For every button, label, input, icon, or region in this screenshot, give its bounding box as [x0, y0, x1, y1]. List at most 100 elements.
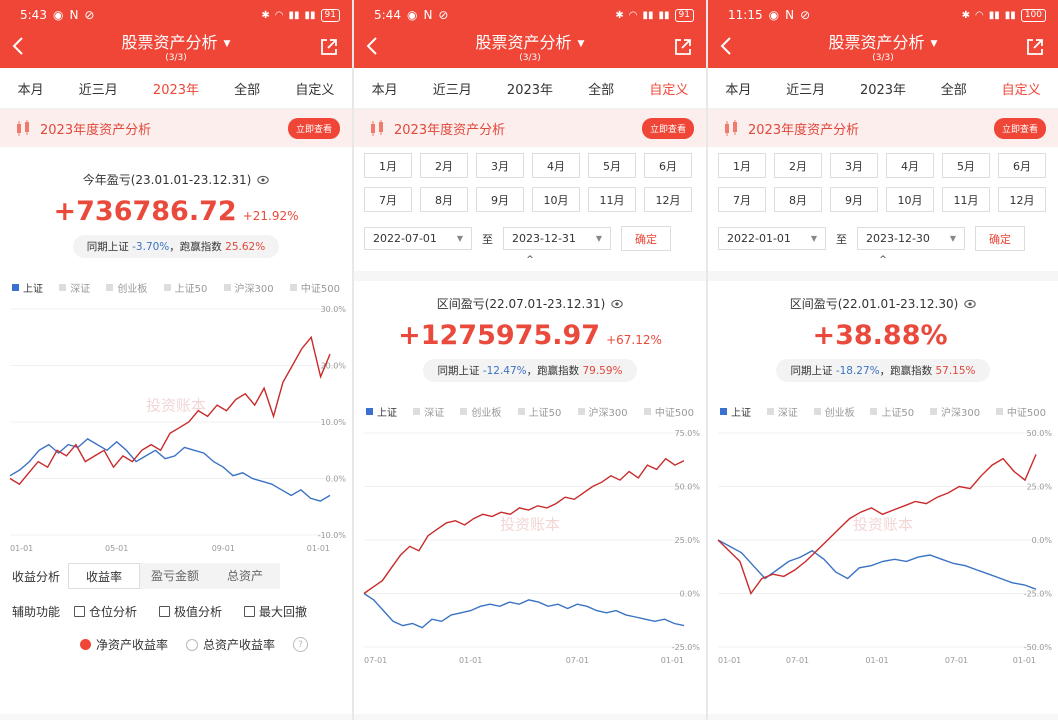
month-button[interactable]: 1月 [718, 153, 766, 178]
legend-item[interactable]: 创业板 [813, 404, 855, 419]
tab-3[interactable]: 全部 [230, 71, 264, 106]
back-button[interactable] [366, 36, 386, 62]
confirm-button[interactable]: 确定 [975, 226, 1025, 251]
tab-1[interactable]: 近三月 [429, 71, 476, 106]
month-button[interactable]: 7月 [718, 187, 766, 212]
legend-item[interactable]: 上证 [366, 404, 397, 419]
page-title[interactable]: 股票资产分析 ▼ (3/3) [476, 35, 585, 63]
tab-3[interactable]: 全部 [584, 71, 618, 106]
total-return-radio[interactable]: 总资产收益率 [186, 636, 275, 653]
end-date-value: 2023-12-30 [866, 232, 930, 245]
month-button[interactable]: 10月 [532, 187, 580, 212]
net-return-radio[interactable]: 净资产收益率 [80, 636, 168, 653]
segment-option[interactable]: 总资产 [210, 563, 280, 587]
month-button[interactable]: 12月 [644, 187, 692, 212]
collapse-caret-icon[interactable]: ^ [354, 255, 706, 265]
month-button[interactable]: 11月 [942, 187, 990, 212]
month-button[interactable]: 5月 [942, 153, 990, 178]
aux-checkbox[interactable]: 极值分析 [159, 603, 222, 620]
back-button[interactable] [12, 36, 32, 62]
legend-item[interactable]: 中证500 [289, 280, 340, 295]
tab-2[interactable]: 2023年 [149, 71, 203, 106]
x-tick-label: 01-01 [865, 656, 888, 665]
month-button[interactable]: 11月 [588, 187, 636, 212]
legend-item[interactable]: 中证500 [643, 404, 694, 419]
annual-banner[interactable]: 2023年度资产分析 立即查看 [708, 109, 1058, 147]
legend-item[interactable]: 深证 [413, 404, 444, 419]
bottom-strip [708, 714, 1058, 720]
month-button[interactable]: 4月 [886, 153, 934, 178]
start-date-select[interactable]: 2022-01-01 ▼ [718, 227, 826, 250]
wifi-icon: ◠ [628, 9, 638, 21]
month-button[interactable]: 6月 [998, 153, 1046, 178]
legend-item[interactable]: 沪深300 [577, 404, 628, 419]
end-date-select[interactable]: 2023-12-31 ▼ [503, 227, 611, 250]
month-button[interactable]: 6月 [644, 153, 692, 178]
legend-item[interactable]: 上证50 [517, 404, 561, 419]
month-button[interactable]: 2月 [774, 153, 822, 178]
month-button[interactable]: 10月 [886, 187, 934, 212]
help-icon[interactable]: ? [293, 637, 309, 652]
eye-toggle-icon[interactable] [257, 174, 269, 186]
legend-item[interactable]: 上证50 [870, 404, 914, 419]
eye-toggle-icon[interactable] [964, 298, 976, 310]
app-header: 5:44 ◉ N ⊘ ✱ ◠ ▮▮ ▮▮ 91 股票资产分析 ▼ (3/3) [354, 0, 706, 68]
segment-option[interactable]: 盈亏金额 [140, 563, 210, 587]
page-title[interactable]: 股票资产分析 ▼ (3/3) [122, 35, 231, 63]
month-button[interactable]: 8月 [774, 187, 822, 212]
month-button[interactable]: 7月 [364, 187, 412, 212]
legend-item[interactable]: 深证 [59, 280, 90, 295]
annual-banner[interactable]: 2023年度资产分析 立即查看 [354, 109, 706, 147]
tab-4[interactable]: 自定义 [291, 71, 338, 106]
legend-item[interactable]: 上证 [12, 280, 43, 295]
tab-4[interactable]: 自定义 [645, 71, 692, 106]
aux-checkbox[interactable]: 仓位分析 [74, 603, 137, 620]
tab-0[interactable]: 本月 [368, 71, 402, 106]
tab-2[interactable]: 2023年 [856, 71, 910, 106]
month-button[interactable]: 8月 [420, 187, 468, 212]
legend-item[interactable]: 深证 [766, 404, 798, 419]
page-title[interactable]: 股票资产分析 ▼ (3/3) [829, 35, 938, 63]
legend-item[interactable]: 中证500 [995, 404, 1046, 419]
collapse-caret-icon[interactable]: ^ [708, 255, 1058, 265]
tab-4[interactable]: 自定义 [998, 71, 1045, 106]
view-now-button[interactable]: 立即查看 [993, 117, 1046, 139]
start-date-select[interactable]: 2022-07-01 ▼ [364, 227, 472, 250]
end-date-select[interactable]: 2023-12-30 ▼ [857, 227, 965, 250]
share-icon[interactable] [320, 38, 338, 56]
view-now-button[interactable]: 立即查看 [641, 117, 694, 139]
tab-2[interactable]: 2023年 [503, 71, 557, 106]
divider [708, 271, 1058, 281]
month-button[interactable]: 9月 [476, 187, 524, 212]
month-button[interactable]: 3月 [830, 153, 878, 178]
line-chart-svg: 75.0% 50.0% 25.0% 0.0% -25.0% 投资账本 07-01 01-01 0… [363, 429, 700, 665]
legend-item[interactable]: 创业板 [106, 280, 147, 295]
view-now-button[interactable]: 立即查看 [287, 117, 340, 139]
legend-item[interactable]: 沪深300 [929, 404, 980, 419]
month-button[interactable]: 9月 [830, 187, 878, 212]
tab-1[interactable]: 近三月 [75, 71, 122, 106]
month-button[interactable]: 3月 [476, 153, 524, 178]
legend-item[interactable]: 上证 [720, 404, 751, 419]
back-button[interactable] [720, 36, 740, 62]
tab-0[interactable]: 本月 [14, 71, 48, 106]
confirm-button[interactable]: 确定 [621, 226, 671, 251]
month-button[interactable]: 5月 [588, 153, 636, 178]
tab-1[interactable]: 近三月 [782, 71, 829, 106]
month-button[interactable]: 4月 [532, 153, 580, 178]
month-button[interactable]: 2月 [420, 153, 468, 178]
annual-banner[interactable]: 2023年度资产分析 立即查看 [0, 109, 352, 147]
tab-3[interactable]: 全部 [937, 71, 971, 106]
month-button[interactable]: 1月 [364, 153, 412, 178]
legend-item[interactable]: 上证50 [163, 280, 207, 295]
month-button[interactable]: 12月 [998, 187, 1046, 212]
aux-checkbox[interactable]: 最大回撤 [244, 603, 307, 620]
share-icon[interactable] [674, 38, 692, 56]
legend-item[interactable]: 创业板 [460, 404, 501, 419]
legend-item[interactable]: 沪深300 [223, 280, 274, 295]
share-icon[interactable] [1026, 38, 1044, 56]
segment-option[interactable]: 收益率 [68, 563, 141, 589]
tab-0[interactable]: 本月 [721, 71, 755, 106]
checkbox-label: 最大回撤 [259, 605, 308, 619]
eye-toggle-icon[interactable] [611, 298, 623, 310]
